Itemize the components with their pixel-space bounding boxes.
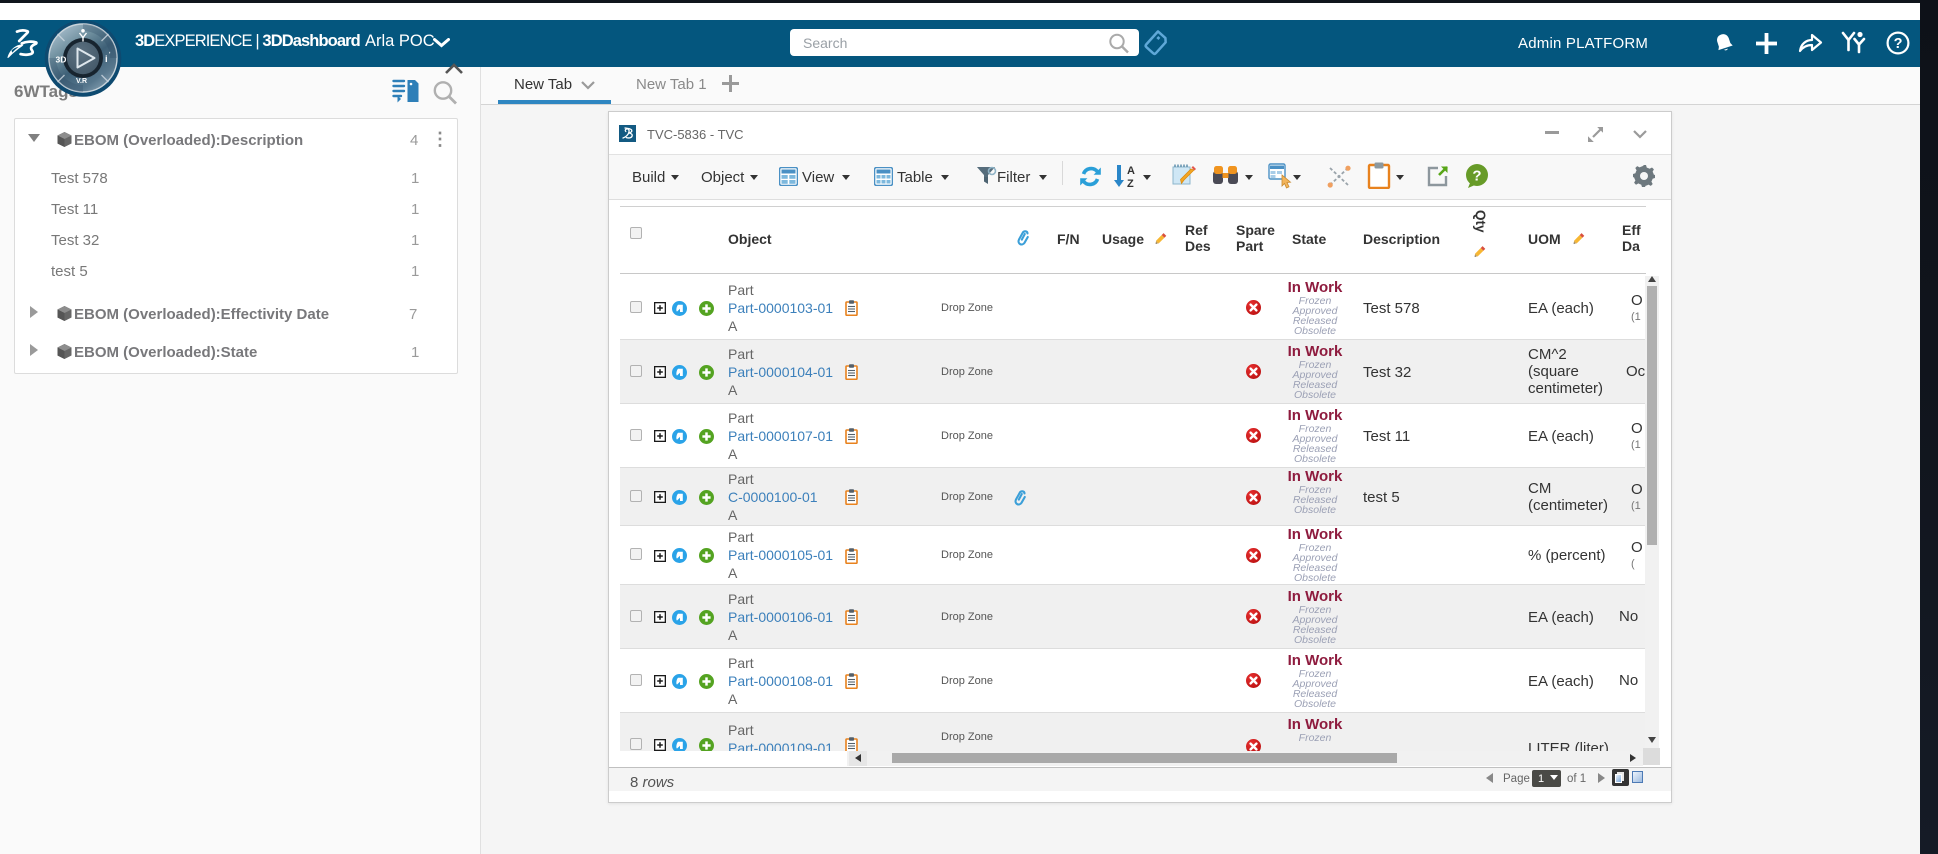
svg-text:?: ? — [1894, 36, 1903, 52]
svg-text:V.R: V.R — [76, 78, 87, 85]
svg-text:?: ? — [1472, 168, 1481, 185]
svg-text:3D: 3D — [56, 55, 67, 65]
svg-text:i: i — [105, 54, 108, 65]
svg-text:A: A — [1127, 165, 1135, 177]
svg-text:Z: Z — [1127, 178, 1134, 189]
